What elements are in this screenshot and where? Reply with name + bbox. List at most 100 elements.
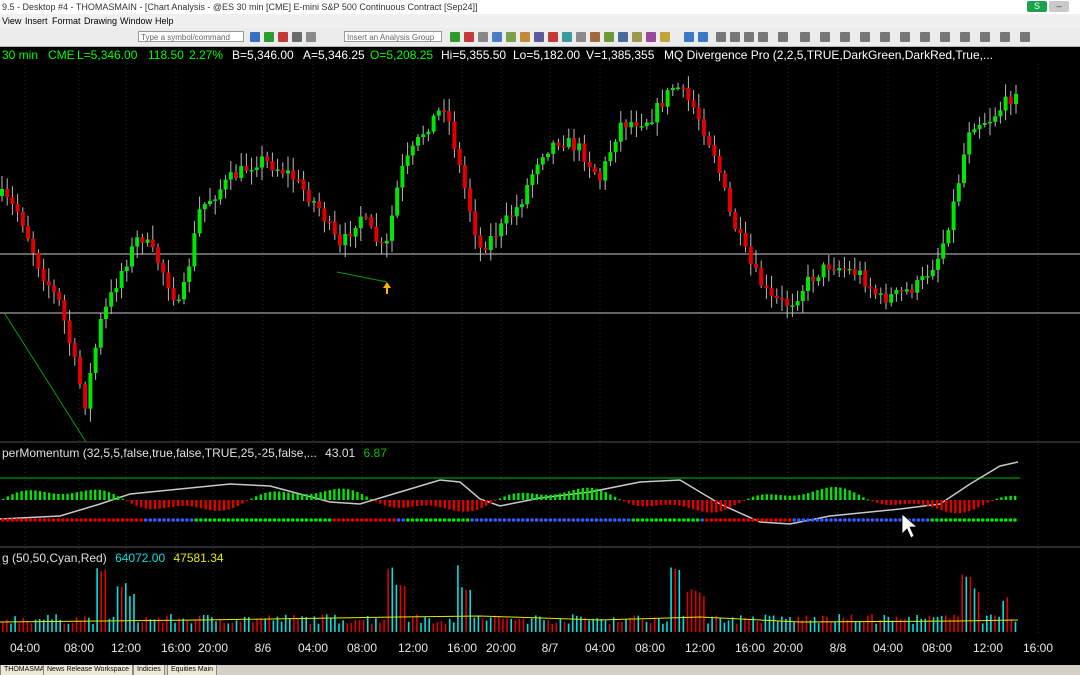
volume-bar xyxy=(547,620,549,632)
momentum-dot xyxy=(557,518,562,522)
text-icon[interactable] xyxy=(778,32,788,42)
gridlines xyxy=(24,64,1039,634)
volume-bar xyxy=(432,623,435,632)
volume-bar xyxy=(55,614,57,632)
analysis-group-select[interactable]: Insert an Analysis Group xyxy=(344,31,442,42)
arrow-icon[interactable] xyxy=(980,32,990,42)
momentum-dot xyxy=(806,518,810,522)
data-icon[interactable] xyxy=(590,32,600,42)
clock-icon[interactable] xyxy=(604,32,614,42)
candle-body xyxy=(348,233,353,237)
window-icon[interactable] xyxy=(492,32,502,42)
momentum-dot xyxy=(856,518,861,522)
hline-icon[interactable] xyxy=(758,32,768,42)
volume-bar xyxy=(202,614,205,632)
momentum-dot xyxy=(939,518,944,522)
pencil-icon[interactable] xyxy=(1000,32,1010,42)
chart-type-icon[interactable] xyxy=(250,32,260,42)
volume-bar xyxy=(63,623,66,632)
minimize-button[interactable]: – xyxy=(1049,1,1069,12)
scan-icon[interactable] xyxy=(534,32,544,42)
momentum-histogram-bar xyxy=(802,494,805,500)
star-icon[interactable] xyxy=(660,32,670,42)
symbol-input[interactable]: Type a symbol/command xyxy=(138,31,244,42)
menu-help[interactable]: Help xyxy=(155,14,174,28)
candle-body xyxy=(665,90,670,107)
s-button[interactable]: S xyxy=(1027,1,1047,12)
menu-format[interactable]: Format xyxy=(52,14,81,28)
volume-bar xyxy=(289,618,291,632)
x-axis-label: 04:00 xyxy=(873,641,903,655)
menu-window[interactable]: Window xyxy=(120,14,152,28)
momentum-dot xyxy=(327,518,332,522)
momentum-histogram-bar xyxy=(232,500,235,509)
channel-icon[interactable] xyxy=(880,32,890,42)
menu-drawing[interactable]: Drawing xyxy=(84,14,117,28)
tab-equities-main[interactable]: Equities Main xyxy=(167,665,218,675)
link-icon[interactable] xyxy=(562,32,572,42)
line-chart-icon[interactable] xyxy=(292,32,302,42)
chart-icon[interactable] xyxy=(520,32,530,42)
crosshair-icon[interactable] xyxy=(730,32,740,42)
pitchfork-icon[interactable] xyxy=(900,32,910,42)
momentum-dot xyxy=(686,518,691,522)
momentum-dot xyxy=(668,518,672,522)
candle-body xyxy=(431,115,436,132)
candlestick-icon[interactable] xyxy=(278,32,288,42)
volume-bar xyxy=(899,618,902,632)
doc-icon[interactable] xyxy=(632,32,642,42)
momentum-dot xyxy=(599,518,603,522)
trendline-icon[interactable] xyxy=(744,32,754,42)
momentum-dot xyxy=(438,518,442,522)
arrow-down-icon[interactable] xyxy=(464,32,474,42)
fib-icon[interactable] xyxy=(800,32,810,42)
volume-bar xyxy=(633,615,635,632)
candle-body xyxy=(379,241,384,244)
momentum-histogram-bar xyxy=(549,494,552,500)
tab-news-release-workspace[interactable]: News Release Workspace xyxy=(43,665,133,675)
speed-icon[interactable] xyxy=(960,32,970,42)
layout-icon[interactable] xyxy=(506,32,516,42)
cursor-icon[interactable] xyxy=(716,32,726,42)
volume-bar xyxy=(170,614,172,632)
momentum-dot xyxy=(1,518,5,522)
zoom-out-icon[interactable] xyxy=(698,32,708,42)
alert-icon[interactable] xyxy=(548,32,558,42)
momentum-histogram-bar xyxy=(834,487,837,500)
chart-area[interactable]: 04:00 08:00 12:00 16:00 20:00 8/6 04:00 08:00 12… xyxy=(0,64,1080,664)
quote-exchange: CME xyxy=(48,48,75,62)
volume-bar xyxy=(592,618,594,632)
momentum-histogram-bar xyxy=(11,494,14,500)
rect-icon[interactable] xyxy=(840,32,850,42)
candle-body xyxy=(83,384,88,409)
ellipse-icon[interactable] xyxy=(860,32,870,42)
momentum-histogram-bar xyxy=(604,492,607,500)
momentum-histogram-bar xyxy=(379,500,382,504)
gann-icon[interactable] xyxy=(920,32,930,42)
zoom-in-icon[interactable] xyxy=(684,32,694,42)
eraser-icon[interactable] xyxy=(1020,32,1030,42)
drawing-line-icon[interactable] xyxy=(820,32,830,42)
momentum-dot xyxy=(755,518,760,522)
bar-chart-icon[interactable] xyxy=(264,32,274,42)
momentum-histogram-bar xyxy=(75,492,78,500)
grid-icon[interactable] xyxy=(306,32,316,42)
momentum-histogram-bar xyxy=(540,494,543,500)
settings-icon[interactable] xyxy=(478,32,488,42)
arc-icon[interactable] xyxy=(940,32,950,42)
list-icon[interactable] xyxy=(618,32,628,42)
volume-bar xyxy=(256,618,258,632)
candle-body xyxy=(109,292,114,307)
menu-view[interactable]: View xyxy=(2,14,21,28)
momentum-histogram-bar xyxy=(204,500,207,510)
tab-indicies[interactable]: Indicies xyxy=(133,665,165,675)
momentum-dot xyxy=(314,518,318,522)
momentum-histogram-bar xyxy=(328,490,331,500)
menu-insert[interactable]: Insert xyxy=(25,14,48,28)
volume-bar xyxy=(252,622,254,632)
momentum-histogram-bar xyxy=(273,491,276,500)
arrow-up-icon[interactable] xyxy=(450,32,460,42)
table-icon[interactable] xyxy=(576,32,586,42)
filter-icon[interactable] xyxy=(646,32,656,42)
momentum-dot xyxy=(291,518,295,522)
